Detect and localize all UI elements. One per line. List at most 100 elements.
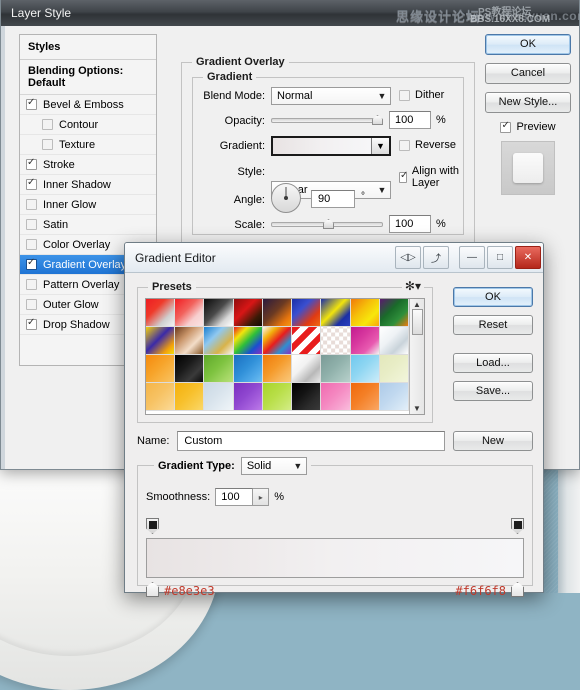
presets-swatch-grid[interactable]	[146, 299, 409, 414]
angle-dial[interactable]	[271, 183, 301, 213]
gradient-preset-swatch[interactable]	[234, 355, 263, 383]
gradient-preset-swatch[interactable]	[380, 299, 409, 327]
gradient-preset-swatch[interactable]	[292, 299, 321, 327]
gradient-preset-swatch[interactable]	[292, 355, 321, 383]
gradient-preset-swatch[interactable]	[380, 327, 409, 355]
reverse-checkbox-row[interactable]: Reverse	[399, 139, 456, 151]
gradient-preset-swatch[interactable]	[204, 327, 233, 355]
opacity-slider-handle[interactable]	[372, 115, 383, 125]
gradient-preset-swatch[interactable]	[351, 327, 380, 355]
style-item-bevel-emboss[interactable]: Bevel & Emboss	[20, 95, 156, 115]
gradient-preset-swatch[interactable]	[321, 383, 350, 411]
gear-icon[interactable]: ✻▾	[402, 279, 424, 293]
gradient-preset-swatch[interactable]	[321, 355, 350, 383]
gradient-preview-bar[interactable]	[146, 538, 524, 578]
style-item-checkbox[interactable]	[26, 239, 37, 250]
presets-scrollbar[interactable]: ▲ ▼	[409, 299, 424, 414]
color-stop-right[interactable]	[511, 582, 524, 597]
gradient-ok-button[interactable]: OK	[453, 287, 533, 307]
gradient-preset-swatch[interactable]	[204, 383, 233, 411]
style-item-checkbox[interactable]	[26, 279, 37, 290]
reverse-checkbox[interactable]	[399, 140, 410, 151]
color-stop-left[interactable]	[146, 582, 159, 597]
blend-mode-select[interactable]: Normal ▼	[271, 87, 391, 105]
gradient-dropdown-arrow-icon[interactable]: ▼	[371, 138, 389, 154]
dither-checkbox[interactable]	[399, 90, 410, 101]
gradient-editor-titlebar[interactable]: Gradient Editor ◁▷ ⤴ — □ ✕	[125, 243, 543, 273]
style-item-satin[interactable]: Satin	[20, 215, 156, 235]
gradient-preset-swatch[interactable]	[146, 299, 175, 327]
gradient-preset-swatch[interactable]	[351, 383, 380, 411]
close-icon[interactable]: ✕	[515, 246, 541, 269]
gradient-preset-swatch[interactable]	[234, 383, 263, 411]
ok-button[interactable]: OK	[485, 34, 571, 55]
dock-icon[interactable]: ◁▷	[395, 246, 421, 269]
gradient-preset-swatch[interactable]	[263, 355, 292, 383]
angle-input[interactable]: 90	[311, 190, 355, 208]
opacity-stop-left[interactable]	[146, 518, 159, 534]
gradient-name-input[interactable]: Custom	[177, 431, 445, 451]
gradient-preset-swatch[interactable]	[175, 355, 204, 383]
scroll-down-icon[interactable]: ▼	[413, 404, 421, 413]
scale-input[interactable]: 100	[389, 215, 431, 233]
gradient-reset-button[interactable]: Reset	[453, 315, 533, 335]
scrollbar-thumb[interactable]	[412, 309, 423, 335]
smoothness-input[interactable]: 100	[215, 488, 253, 506]
gradient-preset-swatch[interactable]	[321, 327, 350, 355]
style-item-contour[interactable]: Contour	[20, 115, 156, 135]
blending-options-row[interactable]: Blending Options: Default	[20, 60, 156, 95]
opacity-slider[interactable]	[271, 113, 383, 127]
gradient-preset-swatch[interactable]	[175, 299, 204, 327]
gradient-preset-swatch[interactable]	[175, 327, 204, 355]
gradient-load-button[interactable]: Load...	[453, 353, 533, 373]
gradient-preset-swatch[interactable]	[263, 327, 292, 355]
style-item-checkbox[interactable]	[26, 259, 37, 270]
dither-checkbox-row[interactable]: Dither	[399, 89, 444, 101]
gradient-preset-swatch[interactable]	[292, 327, 321, 355]
style-item-checkbox[interactable]	[26, 99, 37, 110]
style-item-inner-shadow[interactable]: Inner Shadow	[20, 175, 156, 195]
scale-slider-handle[interactable]	[323, 219, 334, 229]
gradient-preset-swatch[interactable]	[380, 355, 409, 383]
preview-checkbox[interactable]	[500, 122, 511, 133]
gradient-preset-swatch[interactable]	[175, 383, 204, 411]
gradient-preset-swatch[interactable]	[380, 383, 409, 411]
gradient-type-select[interactable]: Solid ▼	[241, 457, 307, 475]
align-with-layer-row[interactable]: Align with Layer	[399, 165, 463, 189]
style-item-checkbox[interactable]	[26, 319, 37, 330]
gradient-preset-swatch[interactable]	[146, 327, 175, 355]
minimize-icon[interactable]: —	[459, 246, 485, 269]
style-item-stroke[interactable]: Stroke	[20, 155, 156, 175]
new-style-button[interactable]: New Style...	[485, 92, 571, 113]
gradient-preset-swatch[interactable]	[234, 299, 263, 327]
cancel-button[interactable]: Cancel	[485, 63, 571, 84]
style-item-checkbox[interactable]	[26, 179, 37, 190]
gradient-preset-swatch[interactable]	[351, 355, 380, 383]
style-item-checkbox[interactable]	[42, 119, 53, 130]
gradient-preset-swatch[interactable]	[292, 383, 321, 411]
scale-slider[interactable]	[271, 217, 383, 231]
style-item-checkbox[interactable]	[42, 139, 53, 150]
gradient-preset-swatch[interactable]	[263, 299, 292, 327]
scroll-up-icon[interactable]: ▲	[413, 300, 421, 309]
gradient-preset-swatch[interactable]	[204, 355, 233, 383]
style-item-checkbox[interactable]	[26, 299, 37, 310]
gradient-swatch-picker[interactable]: ▼	[271, 136, 391, 156]
gradient-preset-swatch[interactable]	[321, 299, 350, 327]
gradient-save-button[interactable]: Save...	[453, 381, 533, 401]
style-item-checkbox[interactable]	[26, 219, 37, 230]
opacity-input[interactable]: 100	[389, 111, 431, 129]
gradient-preset-swatch[interactable]	[263, 383, 292, 411]
gradient-preset-swatch[interactable]	[146, 355, 175, 383]
opacity-stop-right[interactable]	[511, 518, 524, 534]
style-item-checkbox[interactable]	[26, 159, 37, 170]
smoothness-spinner-icon[interactable]: ▸	[253, 488, 269, 506]
share-icon[interactable]: ⤴	[423, 246, 449, 269]
style-item-inner-glow[interactable]: Inner Glow	[20, 195, 156, 215]
gradient-preset-swatch[interactable]	[234, 327, 263, 355]
gradient-preset-swatch[interactable]	[351, 299, 380, 327]
gradient-preset-swatch[interactable]	[146, 383, 175, 411]
gradient-new-button[interactable]: New	[453, 431, 533, 451]
gradient-preset-swatch[interactable]	[204, 299, 233, 327]
preview-checkbox-row[interactable]: Preview	[485, 121, 571, 133]
